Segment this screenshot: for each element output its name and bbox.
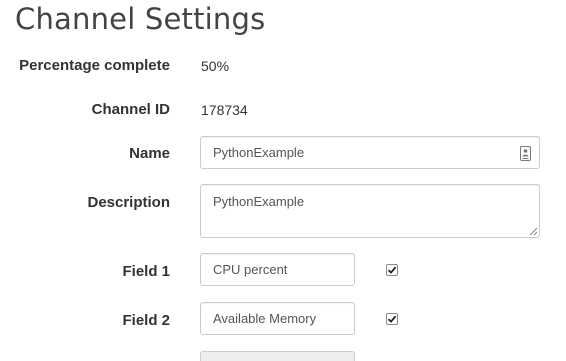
field-3-input[interactable] [200, 351, 355, 361]
field-1-checkbox[interactable] [386, 264, 398, 276]
field-2-input-value: Available Memory [213, 311, 317, 326]
description-textarea[interactable]: PythonExample [200, 184, 540, 238]
contact-card-icon[interactable] [520, 146, 531, 161]
checkmark-icon [387, 315, 397, 323]
checkmark-icon [387, 266, 397, 274]
description-label: Description [87, 194, 170, 211]
field-2-checkbox[interactable] [386, 313, 398, 325]
channel-id-label: Channel ID [91, 101, 170, 118]
field-1-input-value: CPU percent [213, 262, 288, 277]
field-1-input[interactable]: CPU percent [200, 253, 355, 286]
channel-id-value: 178734 [201, 102, 248, 118]
resize-grip-icon[interactable] [529, 227, 538, 236]
page-title: Channel Settings [15, 2, 266, 36]
field-2-input[interactable]: Available Memory [200, 302, 355, 335]
percentage-complete-value: 50% [201, 58, 230, 74]
percentage-complete-label: Percentage complete [19, 57, 170, 74]
name-input-value: PythonExample [213, 145, 305, 160]
name-input[interactable]: PythonExample [200, 136, 540, 169]
name-label: Name [129, 145, 170, 162]
field-1-label: Field 1 [122, 263, 170, 280]
field-2-label: Field 2 [122, 312, 170, 329]
description-textarea-value: PythonExample [213, 194, 305, 209]
